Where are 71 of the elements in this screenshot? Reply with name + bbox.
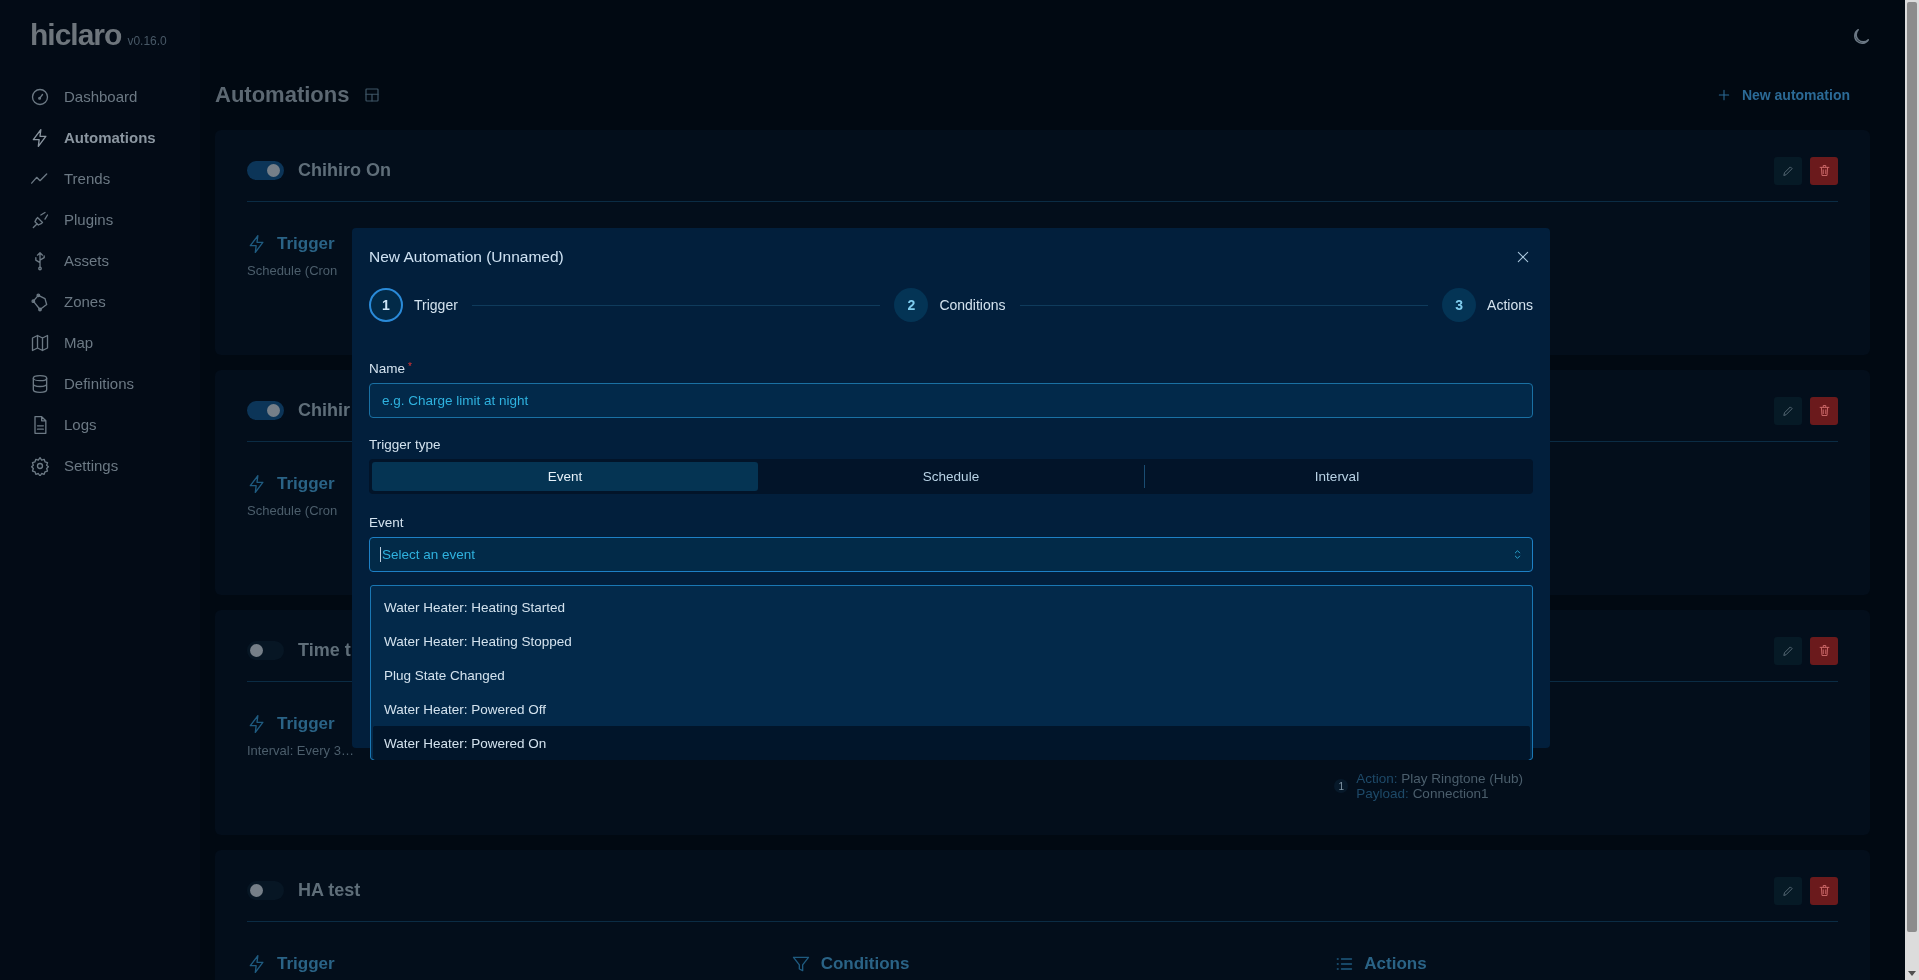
pencil-icon bbox=[1781, 643, 1795, 658]
stepper-step[interactable]: 3 Actions bbox=[1442, 288, 1533, 322]
sidebar-item[interactable]: Zones bbox=[0, 281, 200, 322]
close-icon bbox=[1515, 249, 1531, 265]
delete-button[interactable] bbox=[1810, 156, 1838, 185]
sidebar-item[interactable]: Automations bbox=[0, 117, 200, 158]
database-icon bbox=[30, 373, 50, 394]
sidebar-item[interactable]: Dashboard bbox=[0, 76, 200, 117]
segment-tab[interactable]: Event bbox=[372, 462, 758, 491]
toggle-switch[interactable] bbox=[247, 641, 284, 660]
name-input-field[interactable]: e.g. Charge limit at night bbox=[369, 383, 1533, 418]
trigger-summary: Schedule (Cron bbox=[247, 503, 338, 518]
event-select-field[interactable]: Select an event bbox=[369, 537, 1533, 572]
version-label: v0.16.0 bbox=[127, 34, 167, 48]
step-number: 2 bbox=[894, 288, 929, 322]
automation-name: HA test bbox=[298, 880, 361, 901]
automation-name: Chihiro On bbox=[298, 160, 391, 181]
segment-tab[interactable]: Schedule bbox=[758, 462, 1144, 491]
filter-icon bbox=[790, 954, 811, 974]
app-logo: hiclaro bbox=[30, 18, 122, 52]
delete-button[interactable] bbox=[1810, 636, 1838, 665]
section-heading: Conditions bbox=[820, 954, 910, 974]
section-heading: Trigger bbox=[277, 234, 335, 254]
sidebar-item[interactable]: Logs bbox=[0, 404, 200, 445]
dropdown-option[interactable]: Water Heater: Heating Started bbox=[373, 590, 1530, 624]
step-number: 1 bbox=[369, 288, 403, 322]
automation-name: Chihir bbox=[298, 400, 350, 421]
sidebar-item[interactable]: Map bbox=[0, 322, 200, 363]
map-icon bbox=[30, 332, 50, 353]
sidebar-item[interactable]: Trends bbox=[0, 158, 200, 199]
sidebar-item[interactable]: Definitions bbox=[0, 363, 200, 404]
trigger-summary: Schedule (Cron bbox=[247, 263, 338, 278]
table-icon bbox=[363, 86, 382, 104]
sidebar-item[interactable]: Plugins bbox=[0, 199, 200, 240]
dropdown-option[interactable]: Water Heater: Powered On bbox=[373, 726, 1530, 760]
sidebar-item[interactable]: Settings bbox=[0, 445, 200, 486]
delete-button[interactable] bbox=[1810, 396, 1838, 425]
new-automation-button[interactable]: New automation bbox=[1707, 81, 1870, 109]
payload-text: Payload: Connection1 bbox=[1356, 786, 1490, 801]
pencil-icon bbox=[1781, 403, 1795, 418]
gauge-icon bbox=[30, 86, 50, 107]
automation-name: Time t bbox=[298, 640, 351, 661]
section-heading: Trigger bbox=[277, 714, 335, 734]
pencil-icon bbox=[1781, 883, 1795, 898]
toggle-switch[interactable] bbox=[247, 881, 284, 900]
section-heading: Trigger bbox=[277, 474, 335, 494]
step-number: 3 bbox=[1442, 288, 1477, 322]
section-heading: Trigger bbox=[277, 954, 335, 974]
polygon-icon bbox=[30, 291, 50, 312]
stepper-step[interactable]: 1 Trigger bbox=[369, 288, 458, 322]
dropdown-option[interactable]: Plug State Changed bbox=[373, 658, 1530, 692]
delete-button[interactable] bbox=[1810, 876, 1838, 905]
toggle-switch[interactable] bbox=[247, 401, 284, 420]
toggle-switch[interactable] bbox=[247, 161, 284, 180]
plug-icon bbox=[30, 209, 50, 230]
field-label: Name * bbox=[369, 361, 413, 376]
sidebar-item[interactable]: Assets bbox=[0, 240, 200, 281]
settings-icon bbox=[30, 455, 50, 476]
page-title: Automations bbox=[215, 82, 350, 108]
trigger-summary: Interval: Every 3… bbox=[247, 743, 354, 758]
pencil-icon bbox=[1781, 163, 1795, 178]
section-heading: Actions bbox=[1364, 954, 1427, 974]
field-label: Trigger type bbox=[369, 437, 442, 452]
segment-tab[interactable]: Interval bbox=[1144, 462, 1530, 491]
dialog-title: New Automation (Unnamed) bbox=[369, 248, 564, 266]
step-number-badge: 1 bbox=[1334, 779, 1349, 793]
dropdown-option[interactable]: Water Heater: Heating Stopped bbox=[373, 624, 1530, 658]
action-text: Action: Play Ringtone (Hub) bbox=[1356, 771, 1524, 786]
field-label: Event bbox=[369, 515, 405, 530]
dropdown-option[interactable]: Water Heater: Powered Off bbox=[373, 692, 1530, 726]
stepper-step[interactable]: 2 Conditions bbox=[894, 288, 1006, 322]
